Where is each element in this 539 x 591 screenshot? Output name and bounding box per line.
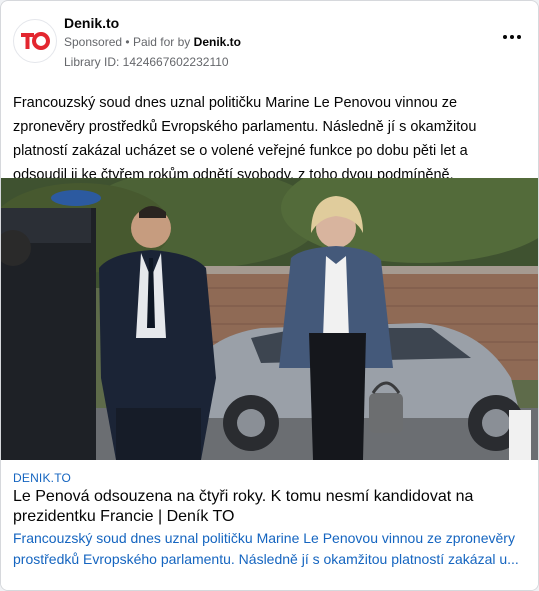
paid-for-by-label: Paid for by [132,35,191,49]
dot [510,35,514,39]
ad-card: Denik.to Sponsored • Paid for by Denik.t… [0,0,539,591]
sponsored-line: Sponsored • Paid for by Denik.to [64,35,241,49]
paid-for-by-name[interactable]: Denik.to [194,35,241,49]
link-preview[interactable]: DENIK.TO Le Penová odsouzena na čtyři ro… [1,460,538,590]
dot [503,35,507,39]
more-options-icon[interactable] [500,27,524,47]
sponsored-label: Sponsored [64,35,123,49]
page-name[interactable]: Denik.to [64,15,119,31]
post-header: Denik.to Sponsored • Paid for by Denik.t… [13,13,526,71]
link-title[interactable]: Le Penová odsouzena na čtyři roky. K tom… [13,487,513,527]
separator-dot: • [125,35,130,49]
page-avatar[interactable] [13,19,57,63]
link-domain[interactable]: DENIK.TO [13,471,71,485]
post-photo[interactable] [1,178,538,460]
post-body-text: Francouzský soud dnes uznal političku Ma… [13,95,477,183]
dot [517,35,521,39]
photo-illustration [1,178,538,460]
link-description[interactable]: Francouzský soud dnes uznal političku Ma… [13,528,521,570]
link-description-line-2: prostředků Evropského parlamentu. Násled… [13,551,519,567]
link-description-line-1: Francouzský soud dnes uznal političku Ma… [13,530,515,546]
library-id: Library ID: 1424667602232110 [64,55,229,69]
denik-to-logo [19,25,51,57]
